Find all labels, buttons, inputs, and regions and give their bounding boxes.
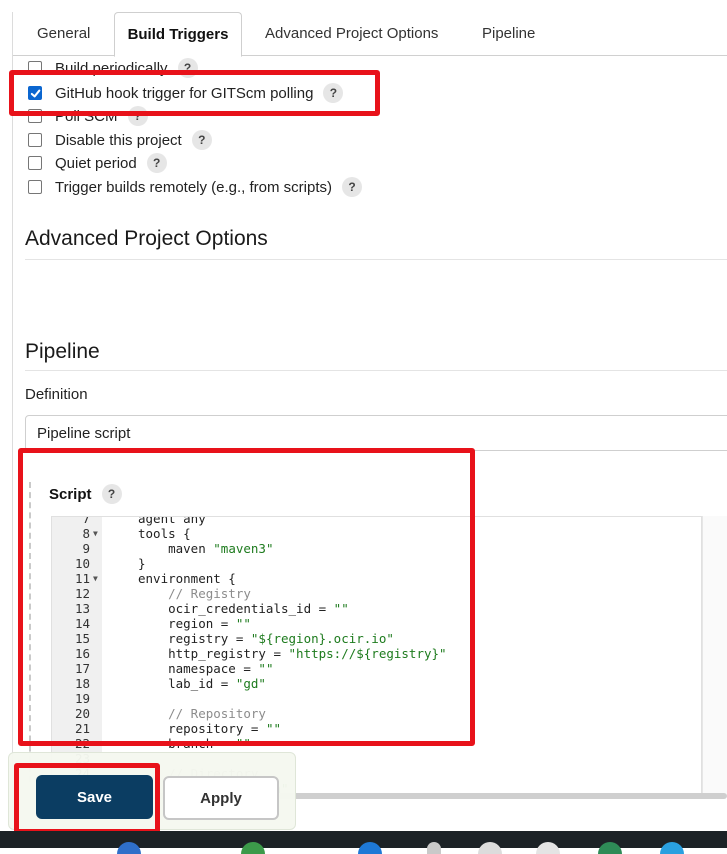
help-icon[interactable]: ? <box>177 58 198 78</box>
help-icon[interactable]: ? <box>146 153 167 173</box>
content-left-border <box>12 12 13 820</box>
help-icon[interactable]: ? <box>342 177 363 197</box>
trigger-disable-project: Disable this project ? <box>28 130 212 150</box>
code-text: tools { <box>138 526 191 541</box>
trigger-build-periodically: Build periodically ? <box>28 58 198 78</box>
line-number: 22 <box>74 736 90 751</box>
github-hook-checkbox[interactable] <box>28 86 42 100</box>
definition-select[interactable]: Pipeline script <box>25 415 727 451</box>
line-number: 16 <box>74 646 90 661</box>
apply-button[interactable]: Apply <box>163 776 279 820</box>
advanced-section-title: Advanced Project Options <box>25 227 268 250</box>
pipeline-section-title: Pipeline <box>25 340 100 363</box>
help-icon[interactable]: ? <box>101 484 122 504</box>
fold-arrow-icon[interactable]: ▼ <box>93 526 98 541</box>
disable-project-checkbox[interactable] <box>28 133 42 147</box>
script-label-text: Script <box>49 485 92 503</box>
code-text: repository = "" <box>138 721 281 736</box>
line-number: 17 <box>74 661 90 676</box>
help-icon[interactable]: ? <box>191 130 212 150</box>
tab-build-triggers[interactable]: Build Triggers <box>114 12 242 57</box>
checkmark-icon <box>30 89 40 97</box>
line-number: 7 <box>82 516 90 526</box>
help-icon[interactable]: ? <box>323 83 344 103</box>
trigger-remotely-label: Trigger builds remotely (e.g., from scri… <box>55 178 333 196</box>
line-number: 13 <box>74 601 90 616</box>
code-text: maven "maven3" <box>138 541 274 556</box>
code-text: namespace = "" <box>138 661 274 676</box>
code-text: environment { <box>138 571 236 586</box>
line-number: 8 <box>82 526 90 541</box>
github-hook-label: GitHub hook trigger for GITScm polling <box>55 84 314 102</box>
poll-scm-label: Poll SCM <box>55 107 118 125</box>
line-number: 21 <box>74 721 90 736</box>
section-divider <box>25 259 727 260</box>
tab-general[interactable]: General <box>37 12 90 56</box>
build-periodically-checkbox[interactable] <box>28 61 42 75</box>
line-number: 19 <box>74 691 90 706</box>
trigger-github-hook: GitHub hook trigger for GITScm polling ? <box>28 82 344 104</box>
line-number: 10 <box>74 556 90 571</box>
code-text: // Repository <box>138 706 266 721</box>
line-number: 20 <box>74 706 90 721</box>
help-icon[interactable]: ? <box>127 106 148 126</box>
trigger-poll-scm: Poll SCM ? <box>28 106 148 126</box>
section-divider <box>25 370 727 371</box>
tab-advanced-project-options[interactable]: Advanced Project Options <box>265 12 438 56</box>
code-text: ocir_credentials_id = "" <box>138 601 349 616</box>
line-number: 14 <box>74 616 90 631</box>
build-periodically-label: Build periodically <box>55 59 168 77</box>
line-number: 15 <box>74 631 90 646</box>
save-button[interactable]: Save <box>36 775 153 819</box>
line-number: 9 <box>82 541 90 556</box>
line-number: 11 <box>74 571 90 586</box>
code-text: agent any <box>138 516 206 526</box>
code-text: } <box>138 556 146 571</box>
code-text: lab_id = "gd" <box>138 676 266 691</box>
trigger-builds-remotely: Trigger builds remotely (e.g., from scri… <box>28 177 363 197</box>
editor-side-panel <box>702 516 727 798</box>
code-text: branch = "" <box>138 736 251 751</box>
poll-scm-checkbox[interactable] <box>28 109 42 123</box>
trigger-remotely-checkbox[interactable] <box>28 180 42 194</box>
config-tab-bar: General Build Triggers Advanced Project … <box>13 12 727 57</box>
code-text: // Registry <box>138 586 251 601</box>
line-number: 12 <box>74 586 90 601</box>
script-field-label: Script ? <box>49 484 122 504</box>
code-text: http_registry = "https://${registry}" <box>138 646 447 661</box>
trigger-quiet-period: Quiet period ? <box>28 153 167 173</box>
quiet-period-label: Quiet period <box>55 154 137 172</box>
taskbar-app-icon[interactable] <box>427 842 441 854</box>
code-text: registry = "${region}.ocir.io" <box>138 631 394 646</box>
quiet-period-checkbox[interactable] <box>28 156 42 170</box>
nested-section-guide <box>29 482 31 782</box>
fold-arrow-icon[interactable]: ▼ <box>93 571 98 586</box>
line-number: 18 <box>74 676 90 691</box>
code-text: region = "" <box>138 616 251 631</box>
tab-pipeline[interactable]: Pipeline <box>482 12 535 56</box>
definition-label: Definition <box>25 386 88 403</box>
disable-project-label: Disable this project <box>55 131 182 149</box>
